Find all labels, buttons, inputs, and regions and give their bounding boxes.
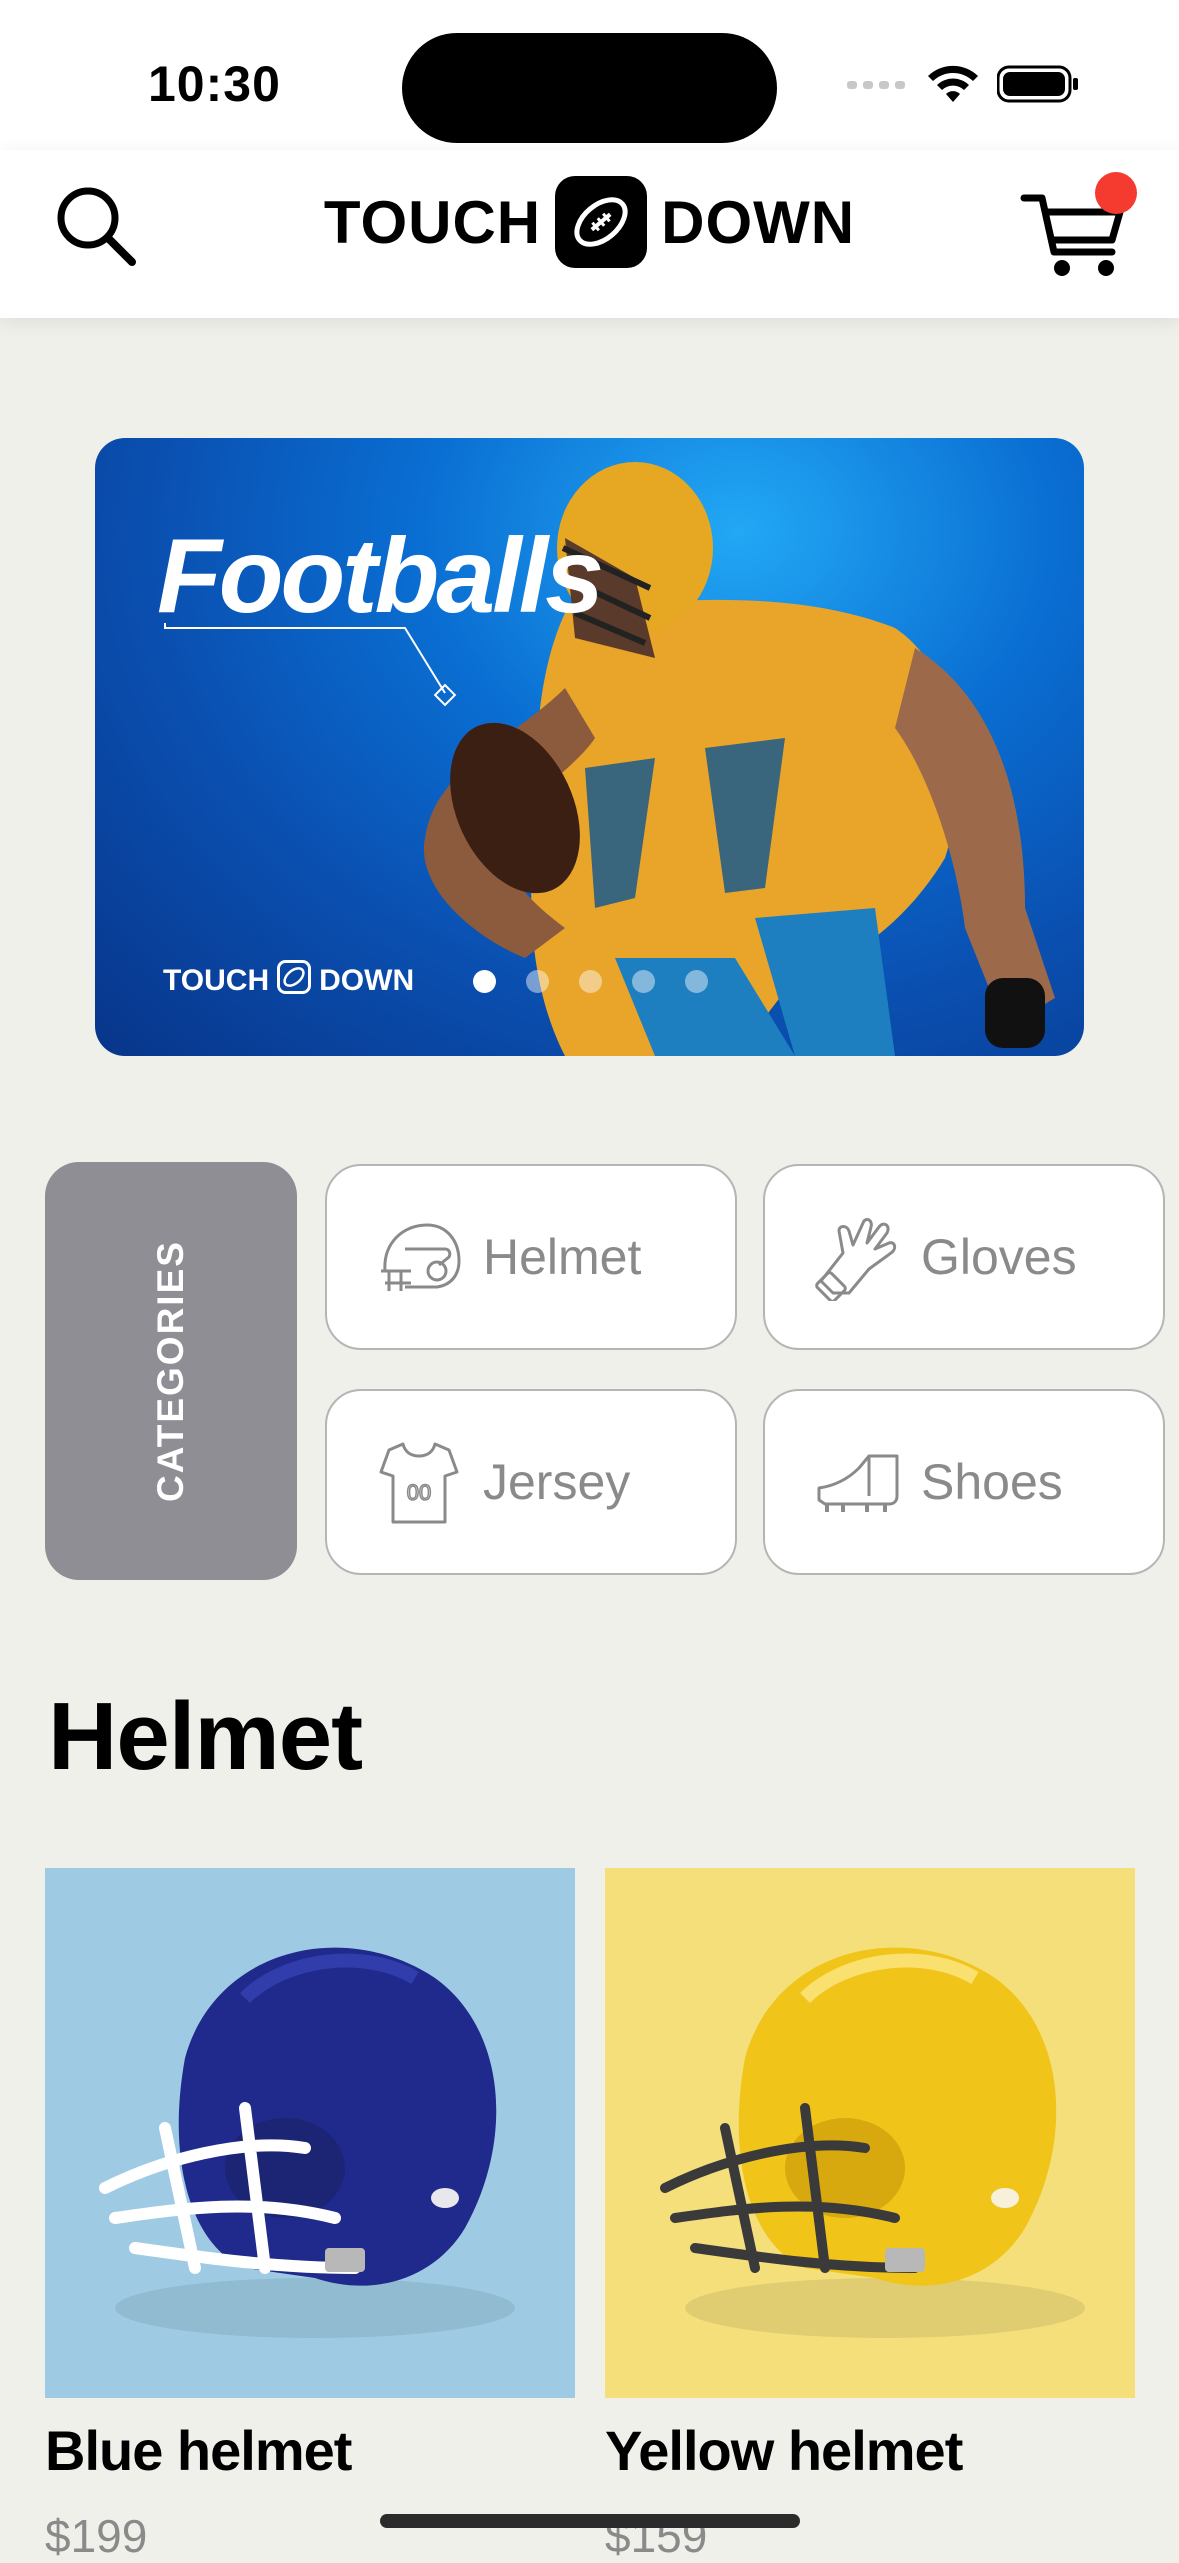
brand-logo[interactable]: TOUCH DOWN [0, 176, 1179, 268]
football-logo-icon [555, 176, 648, 268]
category-label: Shoes [921, 1454, 1063, 1510]
banner-logo-right: DOWN [319, 964, 415, 997]
category-label: Jersey [483, 1454, 631, 1510]
product-card-yellow-helmet[interactable]: Yellow helmet $159 [605, 1868, 1135, 2563]
gloves-icon [813, 1213, 901, 1301]
category-jersey[interactable]: 00 Jersey [325, 1389, 737, 1575]
shoes-icon [813, 1438, 901, 1526]
status-icons [847, 64, 1079, 109]
section-title: Helmet [48, 1683, 363, 1790]
carousel-dot[interactable] [473, 970, 496, 993]
product-image [605, 1868, 1135, 2398]
home-indicator[interactable] [380, 2514, 800, 2528]
carousel-dots [473, 970, 708, 993]
battery-icon [996, 64, 1079, 109]
cellular-signal-icon [847, 77, 909, 96]
product-name: Yellow helmet [605, 2419, 963, 2482]
cart-badge [1095, 172, 1137, 214]
banner-football-icon [277, 960, 312, 1002]
carousel-dot[interactable] [579, 970, 602, 993]
product-name: Blue helmet [45, 2419, 352, 2482]
category-shoes[interactable]: Shoes [763, 1389, 1165, 1575]
helmet-icon [375, 1213, 463, 1301]
banner-title: Footballs [157, 517, 604, 635]
category-label: Helmet [483, 1229, 642, 1285]
svg-text:00: 00 [407, 1480, 431, 1505]
promo-banner[interactable]: Footballs TOUCH DOWN [95, 438, 1084, 1056]
wifi-icon [927, 64, 979, 109]
category-helmet[interactable]: Helmet [325, 1164, 737, 1350]
carousel-dot[interactable] [632, 970, 655, 993]
logo-text-left: TOUCH [323, 188, 542, 256]
app-header: TOUCH DOWN [0, 150, 1179, 318]
category-gloves[interactable]: Gloves [763, 1164, 1165, 1350]
dynamic-island [402, 33, 777, 143]
carousel-dot[interactable] [685, 970, 708, 993]
helmet-image [99, 1947, 515, 2338]
helmet-image [660, 1947, 1085, 2338]
logo-text-right: DOWN [661, 188, 856, 256]
categories-label: CATEGORIES [150, 1240, 191, 1502]
product-image [45, 1868, 575, 2398]
banner-brand-logo: TOUCH DOWN [163, 960, 414, 1002]
carousel-dot[interactable] [526, 970, 549, 993]
status-time: 10:30 [148, 56, 281, 112]
category-label: Gloves [921, 1229, 1077, 1285]
categories-tab[interactable]: CATEGORIES [45, 1162, 297, 1580]
product-card-blue-helmet[interactable]: Blue helmet $199 [45, 1868, 575, 2563]
jersey-icon: 00 [375, 1438, 463, 1526]
banner-logo-left: TOUCH [163, 964, 270, 997]
status-bar: 10:30 [0, 0, 1179, 150]
